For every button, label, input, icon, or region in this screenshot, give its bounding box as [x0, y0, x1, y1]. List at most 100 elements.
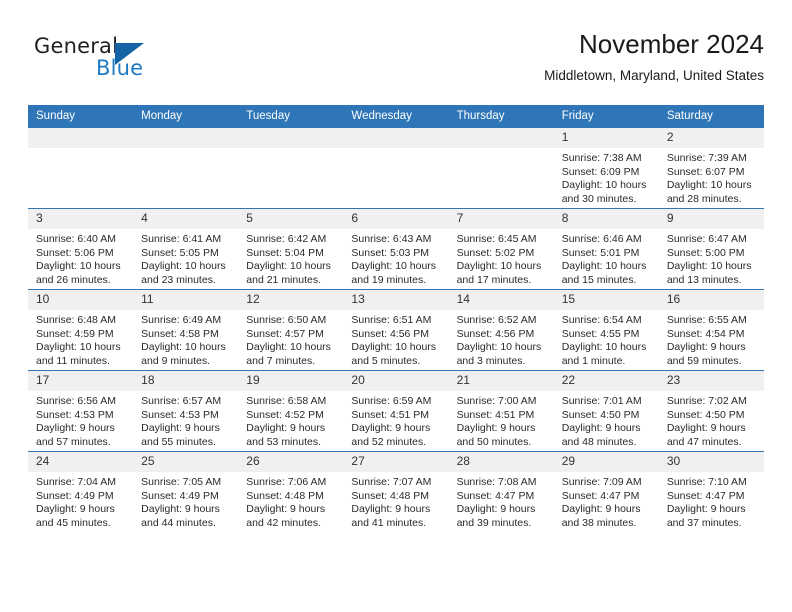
calendar-day-cell[interactable]: 13 Sunrise: 6:51 AM Sunset: 4:56 PM Dayligh… [343, 289, 449, 371]
daylight-text: and 5 minutes. [351, 354, 421, 367]
day-details: Sunrise: 6:46 AM Sunset: 5:01 PM Daylight:… [554, 229, 659, 287]
day-number: 14 [448, 290, 554, 310]
sunrise-text: Sunrise: 7:04 AM [36, 476, 116, 488]
day-number: 10 [28, 290, 134, 310]
day-details: Sunrise: 7:09 AM Sunset: 4:47 PM Daylight:… [554, 472, 659, 530]
sunset-text: Sunset: 4:48 PM [246, 489, 324, 502]
daylight-text: Daylight: 9 hours [561, 422, 641, 435]
daylight-text: and 55 minutes. [141, 435, 216, 448]
column-header-monday: Monday [133, 105, 239, 128]
calendar-day-cell[interactable]: 1 Sunrise: 7:38 AM Sunset: 6:09 PM Daylight… [553, 127, 659, 209]
sunset-text: Sunset: 4:51 PM [456, 408, 535, 421]
day-number: 29 [553, 452, 659, 472]
sunset-text: Sunset: 5:01 PM [561, 246, 640, 259]
calendar-day-cell[interactable]: 2 Sunrise: 7:39 AM Sunset: 6:07 PM Daylight… [658, 127, 764, 209]
daylight-text: Daylight: 9 hours [141, 503, 220, 516]
calendar-day-cell[interactable]: 11 Sunrise: 6:49 AM Sunset: 4:58 PM Dayligh… [133, 289, 239, 371]
daylight-text: Daylight: 9 hours [456, 503, 536, 516]
day-details: Sunrise: 6:55 AM Sunset: 4:54 PM Daylight:… [659, 310, 764, 368]
daylight-text: Daylight: 10 hours [36, 341, 121, 354]
day-details: Sunrise: 6:57 AM Sunset: 4:53 PM Daylight:… [133, 391, 238, 449]
day-details: Sunrise: 6:50 AM Sunset: 4:57 PM Daylight:… [238, 310, 343, 368]
daylight-text: and 57 minutes. [36, 435, 111, 448]
calendar-week-row: 10 Sunrise: 6:48 AM Sunset: 4:59 PM Dayligh… [28, 289, 764, 371]
sunrise-text: Sunrise: 7:07 AM [351, 476, 432, 488]
daylight-text: and 30 minutes. [561, 192, 637, 205]
calendar-day-cell[interactable]: 17 Sunrise: 6:56 AM Sunset: 4:53 PM Dayligh… [28, 370, 134, 452]
sunrise-text: Sunrise: 7:06 AM [246, 476, 327, 488]
calendar-day-cell[interactable]: 10 Sunrise: 6:48 AM Sunset: 4:59 PM Dayligh… [28, 289, 134, 371]
sunset-text: Sunset: 5:00 PM [666, 246, 745, 259]
day-number: 21 [448, 371, 554, 391]
calendar-day-cell[interactable]: 12 Sunrise: 6:50 AM Sunset: 4:57 PM Dayligh… [238, 289, 344, 371]
calendar-day-cell[interactable]: 15 Sunrise: 6:54 AM Sunset: 4:55 PM Dayligh… [553, 289, 659, 371]
calendar-day-cell[interactable]: 24 Sunrise: 7:04 AM Sunset: 4:49 PM Dayligh… [28, 451, 134, 532]
daylight-text: and 19 minutes. [351, 273, 427, 286]
sunrise-text: Sunrise: 6:54 AM [561, 314, 642, 326]
sunset-text: Sunset: 4:55 PM [561, 327, 640, 340]
day-number: 3 [28, 209, 134, 229]
day-details: Sunrise: 6:43 AM Sunset: 5:03 PM Daylight:… [343, 229, 448, 287]
sunrise-text: Sunrise: 7:39 AM [666, 152, 747, 164]
sunset-text: Sunset: 5:03 PM [351, 246, 430, 259]
column-header-saturday: Saturday [658, 105, 764, 128]
daylight-text: and 15 minutes. [561, 273, 637, 286]
calendar-day-cell[interactable]: 5 Sunrise: 6:42 AM Sunset: 5:04 PM Daylight… [238, 208, 344, 290]
sunrise-text: Sunrise: 7:01 AM [561, 395, 642, 407]
calendar-day-cell[interactable]: 27 Sunrise: 7:07 AM Sunset: 4:48 PM Dayligh… [343, 451, 449, 532]
calendar-day-cell[interactable]: 7 Sunrise: 6:45 AM Sunset: 5:02 PM Daylight… [448, 208, 554, 290]
sunrise-text: Sunrise: 6:52 AM [456, 314, 537, 326]
calendar-day-cell[interactable]: 29 Sunrise: 7:09 AM Sunset: 4:47 PM Dayligh… [553, 451, 659, 532]
daylight-text: Daylight: 10 hours [351, 260, 437, 273]
day-number [28, 128, 134, 148]
day-number [133, 128, 239, 148]
sunset-text: Sunset: 4:47 PM [561, 489, 640, 502]
daylight-text: Daylight: 9 hours [246, 422, 326, 435]
daylight-text: Daylight: 9 hours [666, 503, 746, 516]
day-details: Sunrise: 7:01 AM Sunset: 4:50 PM Daylight:… [554, 391, 659, 449]
daylight-text: and 28 minutes. [666, 192, 742, 205]
calendar-day-cell[interactable]: 14 Sunrise: 6:52 AM Sunset: 4:56 PM Dayligh… [448, 289, 554, 371]
calendar-day-cell[interactable]: 23 Sunrise: 7:02 AM Sunset: 4:50 PM Dayligh… [658, 370, 764, 452]
calendar-day-cell[interactable]: 20 Sunrise: 6:59 AM Sunset: 4:51 PM Dayligh… [343, 370, 449, 452]
calendar-day-cell[interactable]: 21 Sunrise: 7:00 AM Sunset: 4:51 PM Dayligh… [448, 370, 554, 452]
day-number: 19 [238, 371, 344, 391]
sunrise-text: Sunrise: 6:49 AM [141, 314, 222, 326]
day-details: Sunrise: 6:45 AM Sunset: 5:02 PM Daylight:… [449, 229, 554, 287]
page-title: November 2024 [579, 29, 764, 59]
calendar-day-cell[interactable]: 28 Sunrise: 7:08 AM Sunset: 4:47 PM Dayligh… [448, 451, 554, 532]
day-details: Sunrise: 6:41 AM Sunset: 5:05 PM Daylight:… [133, 229, 238, 287]
daylight-text: Daylight: 10 hours [36, 260, 121, 273]
daylight-text: and 26 minutes. [36, 273, 111, 286]
calendar-day-cell[interactable]: 3 Sunrise: 6:40 AM Sunset: 5:06 PM Daylight… [28, 208, 134, 290]
sunrise-text: Sunrise: 7:00 AM [456, 395, 537, 407]
calendar-day-cell[interactable]: 26 Sunrise: 7:06 AM Sunset: 4:48 PM Dayligh… [238, 451, 344, 532]
calendar-day-cell[interactable]: 8 Sunrise: 6:46 AM Sunset: 5:01 PM Daylight… [553, 208, 659, 290]
day-number: 18 [133, 371, 239, 391]
calendar-week-row: 1 Sunrise: 7:38 AM Sunset: 6:09 PM Daylight… [28, 127, 764, 209]
daylight-text: Daylight: 10 hours [456, 260, 542, 273]
sunset-text: Sunset: 5:04 PM [246, 246, 324, 259]
general-blue-logo[interactable]: General Blue [34, 34, 224, 92]
sunrise-text: Sunrise: 6:48 AM [36, 314, 116, 326]
calendar-page: General Blue November 2024 Middletown, M… [0, 0, 792, 612]
calendar-day-cell[interactable]: 4 Sunrise: 6:41 AM Sunset: 5:05 PM Daylight… [133, 208, 239, 290]
calendar-day-cell[interactable]: 25 Sunrise: 7:05 AM Sunset: 4:49 PM Dayligh… [133, 451, 239, 532]
calendar-day-cell[interactable]: 19 Sunrise: 6:58 AM Sunset: 4:52 PM Dayligh… [238, 370, 344, 452]
day-number: 22 [553, 371, 659, 391]
calendar-day-cell[interactable]: 30 Sunrise: 7:10 AM Sunset: 4:47 PM Dayligh… [658, 451, 764, 532]
calendar-day-cell[interactable]: 22 Sunrise: 7:01 AM Sunset: 4:50 PM Dayligh… [553, 370, 659, 452]
sunrise-text: Sunrise: 7:08 AM [456, 476, 537, 488]
day-details: Sunrise: 7:08 AM Sunset: 4:47 PM Daylight:… [449, 472, 554, 530]
calendar-day-cell[interactable]: 18 Sunrise: 6:57 AM Sunset: 4:53 PM Dayligh… [133, 370, 239, 452]
calendar-week-row: 3 Sunrise: 6:40 AM Sunset: 5:06 PM Daylight… [28, 208, 764, 290]
calendar-day-cell[interactable]: 9 Sunrise: 6:47 AM Sunset: 5:00 PM Daylight… [658, 208, 764, 290]
calendar-day-cell[interactable]: 6 Sunrise: 6:43 AM Sunset: 5:03 PM Daylight… [343, 208, 449, 290]
sunrise-text: Sunrise: 6:43 AM [351, 233, 432, 245]
column-header-tuesday: Tuesday [238, 105, 344, 128]
calendar-day-cell[interactable]: 16 Sunrise: 6:55 AM Sunset: 4:54 PM Dayligh… [658, 289, 764, 371]
daylight-text: and 9 minutes. [141, 354, 211, 367]
logo-text-general: General [34, 34, 119, 58]
sunrise-text: Sunrise: 6:46 AM [561, 233, 642, 245]
daylight-text: and 44 minutes. [141, 516, 216, 529]
